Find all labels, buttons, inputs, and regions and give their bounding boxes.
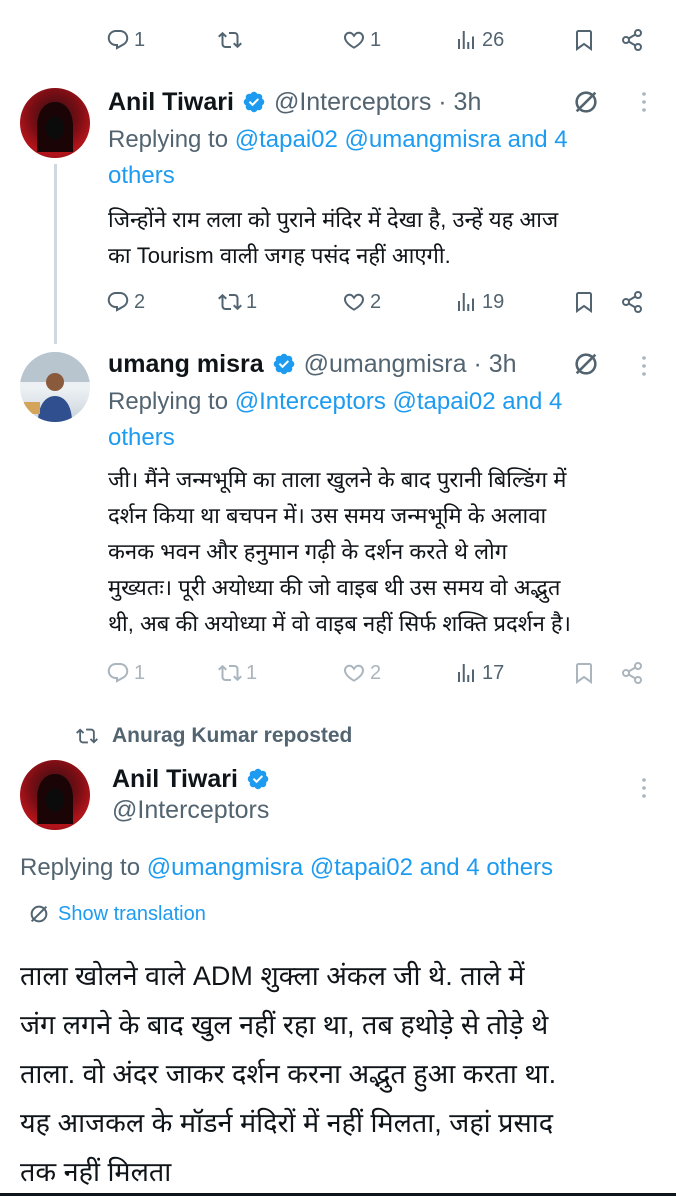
more-button[interactable] xyxy=(632,88,656,118)
views-icon xyxy=(454,28,478,52)
views-button[interactable]: 19 xyxy=(454,282,504,322)
more-button[interactable] xyxy=(632,352,656,382)
heart-icon xyxy=(342,28,366,52)
mention-link[interactable]: @umangmisra @tapai02 and 4 others xyxy=(147,854,553,881)
avatar[interactable] xyxy=(20,760,90,830)
more-icon xyxy=(632,774,656,802)
author-handle[interactable]: @Interceptors · 3h xyxy=(274,88,481,117)
retweet-icon xyxy=(218,661,242,685)
more-icon xyxy=(632,352,656,380)
tweet-text: ताला खोलने वाले ADM शुक्ला अंकल जी थे. त… xyxy=(20,961,557,1187)
retweet-button[interactable] xyxy=(218,20,242,60)
retweet-button[interactable]: 1 xyxy=(218,282,257,322)
bookmark-icon xyxy=(572,661,596,685)
like-button[interactable]: 2 xyxy=(342,282,381,322)
verified-badge-icon xyxy=(242,90,266,114)
grok-icon xyxy=(572,350,600,378)
heart-icon xyxy=(342,290,366,314)
verified-badge-icon xyxy=(246,767,270,791)
share-button[interactable] xyxy=(620,653,644,693)
more-button[interactable] xyxy=(632,774,656,804)
tweet-text: जिन्होंने राम लला को पुराने मंदिर में दे… xyxy=(108,207,559,268)
avatar[interactable] xyxy=(20,88,90,158)
views-button[interactable]: 17 xyxy=(454,653,504,693)
verified-badge-icon xyxy=(272,352,296,376)
share-icon xyxy=(620,290,644,314)
reply-button[interactable]: 1 xyxy=(106,20,145,60)
bookmark-button[interactable] xyxy=(572,653,596,693)
views-button[interactable]: 26 xyxy=(454,20,504,60)
grok-icon xyxy=(28,903,50,925)
repost-indicator: Anurag Kumar reposted xyxy=(76,720,352,752)
bookmark-button[interactable] xyxy=(572,20,596,60)
mention-link[interactable]: @Interceptors @tapai02 and 4 xyxy=(235,388,563,415)
divider xyxy=(0,1193,676,1196)
replying-to: Replying to @tapai02 @umangmisra and 4 o… xyxy=(108,126,568,189)
share-icon xyxy=(620,28,644,52)
more-icon xyxy=(632,88,656,116)
reply-icon xyxy=(106,661,130,685)
reply-icon xyxy=(106,290,130,314)
retweet-icon xyxy=(76,725,98,747)
reply1-action-bar: 2 1 2 19 xyxy=(0,282,676,322)
avatar[interactable] xyxy=(20,352,90,422)
grok-icon xyxy=(572,88,600,116)
mention-link[interactable]: others xyxy=(108,162,175,189)
reply2-action-bar: 1 1 2 17 xyxy=(0,653,676,693)
reply-button[interactable]: 1 xyxy=(106,653,145,693)
replying-to: Replying to @Interceptors @tapai02 and 4… xyxy=(108,388,563,451)
mention-link[interactable]: others xyxy=(108,424,175,451)
author-handle[interactable]: @umangmisra · 3h xyxy=(304,350,517,379)
heart-icon xyxy=(342,661,366,685)
retweet-button[interactable]: 1 xyxy=(218,653,257,693)
share-icon xyxy=(620,661,644,685)
reply-button[interactable]: 2 xyxy=(106,282,145,322)
tweet-text: जी। मैंने जन्मभूमि का ताला खुलने के बाद … xyxy=(108,467,571,636)
bookmark-icon xyxy=(572,290,596,314)
grok-button[interactable] xyxy=(572,346,602,380)
author-name[interactable]: umang misra xyxy=(108,350,264,379)
author-handle[interactable]: @Interceptors xyxy=(112,796,269,825)
top-action-bar: 1 1 26 xyxy=(0,20,676,60)
bookmark-icon xyxy=(572,28,596,52)
share-button[interactable] xyxy=(620,20,644,60)
views-icon xyxy=(454,290,478,314)
author-name[interactable]: Anil Tiwari xyxy=(112,765,238,794)
retweet-icon xyxy=(218,290,242,314)
repost-label[interactable]: Anurag Kumar reposted xyxy=(112,724,352,748)
bookmark-button[interactable] xyxy=(572,282,596,322)
show-translation-button[interactable]: Show translation xyxy=(28,898,206,930)
share-button[interactable] xyxy=(620,282,644,322)
like-button[interactable]: 2 xyxy=(342,653,381,693)
replying-to: Replying to @umangmisra @tapai02 and 4 o… xyxy=(20,854,554,881)
like-button[interactable]: 1 xyxy=(342,20,381,60)
mention-link[interactable]: @tapai02 @umangmisra and 4 xyxy=(235,126,568,153)
views-icon xyxy=(454,661,478,685)
reply-icon xyxy=(106,28,130,52)
retweet-icon xyxy=(218,28,242,52)
grok-button[interactable] xyxy=(572,84,602,118)
author-name[interactable]: Anil Tiwari xyxy=(108,88,234,117)
